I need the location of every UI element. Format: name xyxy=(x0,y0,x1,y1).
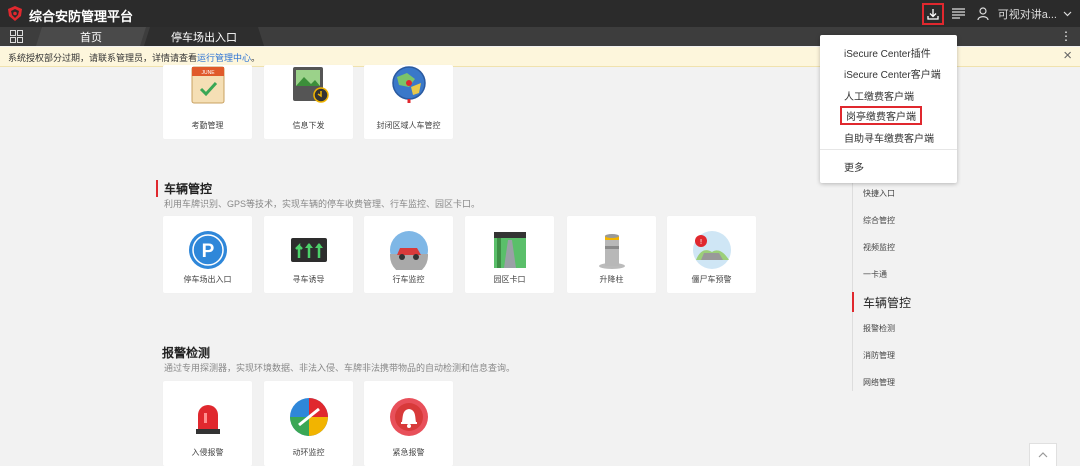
header-actions: 可视对讲a... xyxy=(921,0,1072,27)
side-nav-item-network-management[interactable]: 网络管理 xyxy=(863,377,895,388)
menu-item-manual-payment-client[interactable]: 人工缴费客户端 xyxy=(844,88,914,103)
menu-item-booth-payment-client[interactable]: 岗亭缴费客户端 xyxy=(840,106,922,125)
car-road-icon xyxy=(390,231,428,270)
emergency-bell-icon xyxy=(390,398,428,436)
menu-item-self-service-client[interactable]: 自助寻车缴费客户端 xyxy=(844,130,934,145)
section-title-alarm: 报警检测 xyxy=(162,346,211,360)
menu-divider xyxy=(820,149,957,150)
card-car-finding[interactable]: 寻车诱导 xyxy=(264,216,353,293)
bollard-icon xyxy=(599,234,625,269)
side-nav-item-vehicle-control[interactable]: 车辆管控 xyxy=(863,294,911,311)
download-icon xyxy=(927,8,939,20)
notice-text: 系统授权部分过期，请联系管理员，详情请查看运行管理中心。 xyxy=(8,51,260,64)
zombie-car-icon: ! xyxy=(693,231,731,269)
card-campus-checkpoint[interactable]: 园区卡口 xyxy=(465,216,554,293)
user-icon xyxy=(977,7,989,20)
user-name[interactable]: 可视对讲a... xyxy=(998,6,1057,22)
card-label: 封闭区域人车管控 xyxy=(376,121,441,130)
card-label: 僵尸车预警 xyxy=(691,275,732,284)
side-nav-item-alarm-detection[interactable]: 报警检测 xyxy=(863,323,895,334)
card-environment-monitor[interactable]: 动环监控 xyxy=(264,381,353,466)
card-closed-area[interactable]: 封闭区域人车管控 xyxy=(364,65,453,139)
screen-broadcast-icon xyxy=(293,67,329,103)
side-nav-item-quick-entry[interactable]: 快捷入口 xyxy=(863,188,895,199)
platform-logo-icon xyxy=(8,6,22,21)
card-label: 寻车诱导 xyxy=(292,275,325,284)
card-label: 升降柱 xyxy=(599,275,624,284)
card-label: 信息下发 xyxy=(292,121,325,130)
more-options-icon[interactable]: ⋮ xyxy=(1060,29,1072,43)
menu-item-isecure-client[interactable]: iSecure Center客户端 xyxy=(844,66,941,81)
card-parking-entrance[interactable]: P 停车场出入口 xyxy=(163,216,252,293)
menu-button[interactable] xyxy=(950,5,968,23)
notice-suffix: 。 xyxy=(251,53,261,63)
side-nav-item-integrated-control[interactable]: 综合管控 xyxy=(863,215,895,226)
card-label: 动环监控 xyxy=(292,448,325,457)
tab-home[interactable]: 首页 xyxy=(36,27,146,46)
close-icon[interactable]: × xyxy=(1063,48,1072,64)
side-nav-active-indicator xyxy=(852,292,854,312)
side-nav-item-card-system[interactable]: 一卡通 xyxy=(863,269,887,280)
card-emergency-alarm[interactable]: 紧急报警 xyxy=(364,381,453,466)
globe-map-icon xyxy=(392,66,426,103)
card-label: 停车场出入口 xyxy=(183,275,232,284)
card-info-release[interactable]: 信息下发 xyxy=(264,65,353,139)
user-button[interactable] xyxy=(974,5,992,23)
alarm-light-icon xyxy=(196,405,220,434)
app-title: 综合安防管理平台 xyxy=(29,9,134,24)
list-menu-icon xyxy=(952,8,966,19)
card-label: 入侵报警 xyxy=(191,448,224,457)
card-label: 行车监控 xyxy=(392,275,425,284)
chevron-up-icon xyxy=(1038,452,1048,458)
back-to-top-button[interactable] xyxy=(1029,443,1057,466)
notice-message: 系统授权部分过期，请联系管理员，详情请查看 xyxy=(8,53,198,63)
tab-parking-entrance[interactable]: 停车场出入口 xyxy=(144,27,264,46)
chevron-down-icon[interactable] xyxy=(1063,11,1072,17)
side-nav-item-video-monitor[interactable]: 视频监控 xyxy=(863,242,895,253)
card-bollard[interactable]: 升降柱 xyxy=(567,216,656,293)
card-zombie-car-warning[interactable]: ! 僵尸车预警 xyxy=(667,216,756,293)
card-intrusion-alarm[interactable]: 入侵报警 xyxy=(163,381,252,466)
checkpoint-gate-icon xyxy=(494,232,526,268)
download-button[interactable] xyxy=(921,2,944,25)
download-dropdown-menu: iSecure Center插件 iSecure Center客户端 人工缴费客… xyxy=(820,35,957,183)
section-desc-vehicle: 利用车牌识别、GPS等技术，实现车辆的停车收费管理、行车监控、园区卡口。 xyxy=(164,199,481,209)
side-nav-item-fire-management[interactable]: 消防管理 xyxy=(863,350,895,361)
menu-item-more[interactable]: 更多 xyxy=(844,159,864,174)
card-label: 紧急报警 xyxy=(392,448,425,457)
card-label: 园区卡口 xyxy=(493,275,526,284)
app-grid-icon[interactable] xyxy=(10,30,23,43)
card-attendance[interactable]: JUNE 考勤管理 xyxy=(163,65,252,139)
section-desc-alarm: 通过专用探测器，实现环境数据、非法入侵、车牌非法携带物品的自动检测和信息查询。 xyxy=(164,363,516,373)
svg-text:JUNE: JUNE xyxy=(201,70,215,76)
parking-icon: P xyxy=(189,231,227,269)
svg-text:P: P xyxy=(202,241,215,262)
section-title-vehicle: 车辆管控 xyxy=(156,180,212,197)
guidance-arrows-icon xyxy=(291,238,327,262)
card-driving-monitor[interactable]: 行车监控 xyxy=(364,216,453,293)
notice-link[interactable]: 运行管理中心 xyxy=(197,53,251,63)
calendar-icon: JUNE xyxy=(191,66,225,104)
svg-text:!: ! xyxy=(700,238,703,246)
environment-dial-icon xyxy=(290,398,328,436)
side-nav: 快捷入口 综合管控 视频监控 一卡通 车辆管控 报警检测 消防管理 网络管理 xyxy=(852,176,942,391)
top-bar: 综合安防管理平台 可视对讲a... xyxy=(0,0,1080,27)
menu-item-isecure-plugin[interactable]: iSecure Center插件 xyxy=(844,45,931,60)
card-label: 考勤管理 xyxy=(191,121,224,130)
